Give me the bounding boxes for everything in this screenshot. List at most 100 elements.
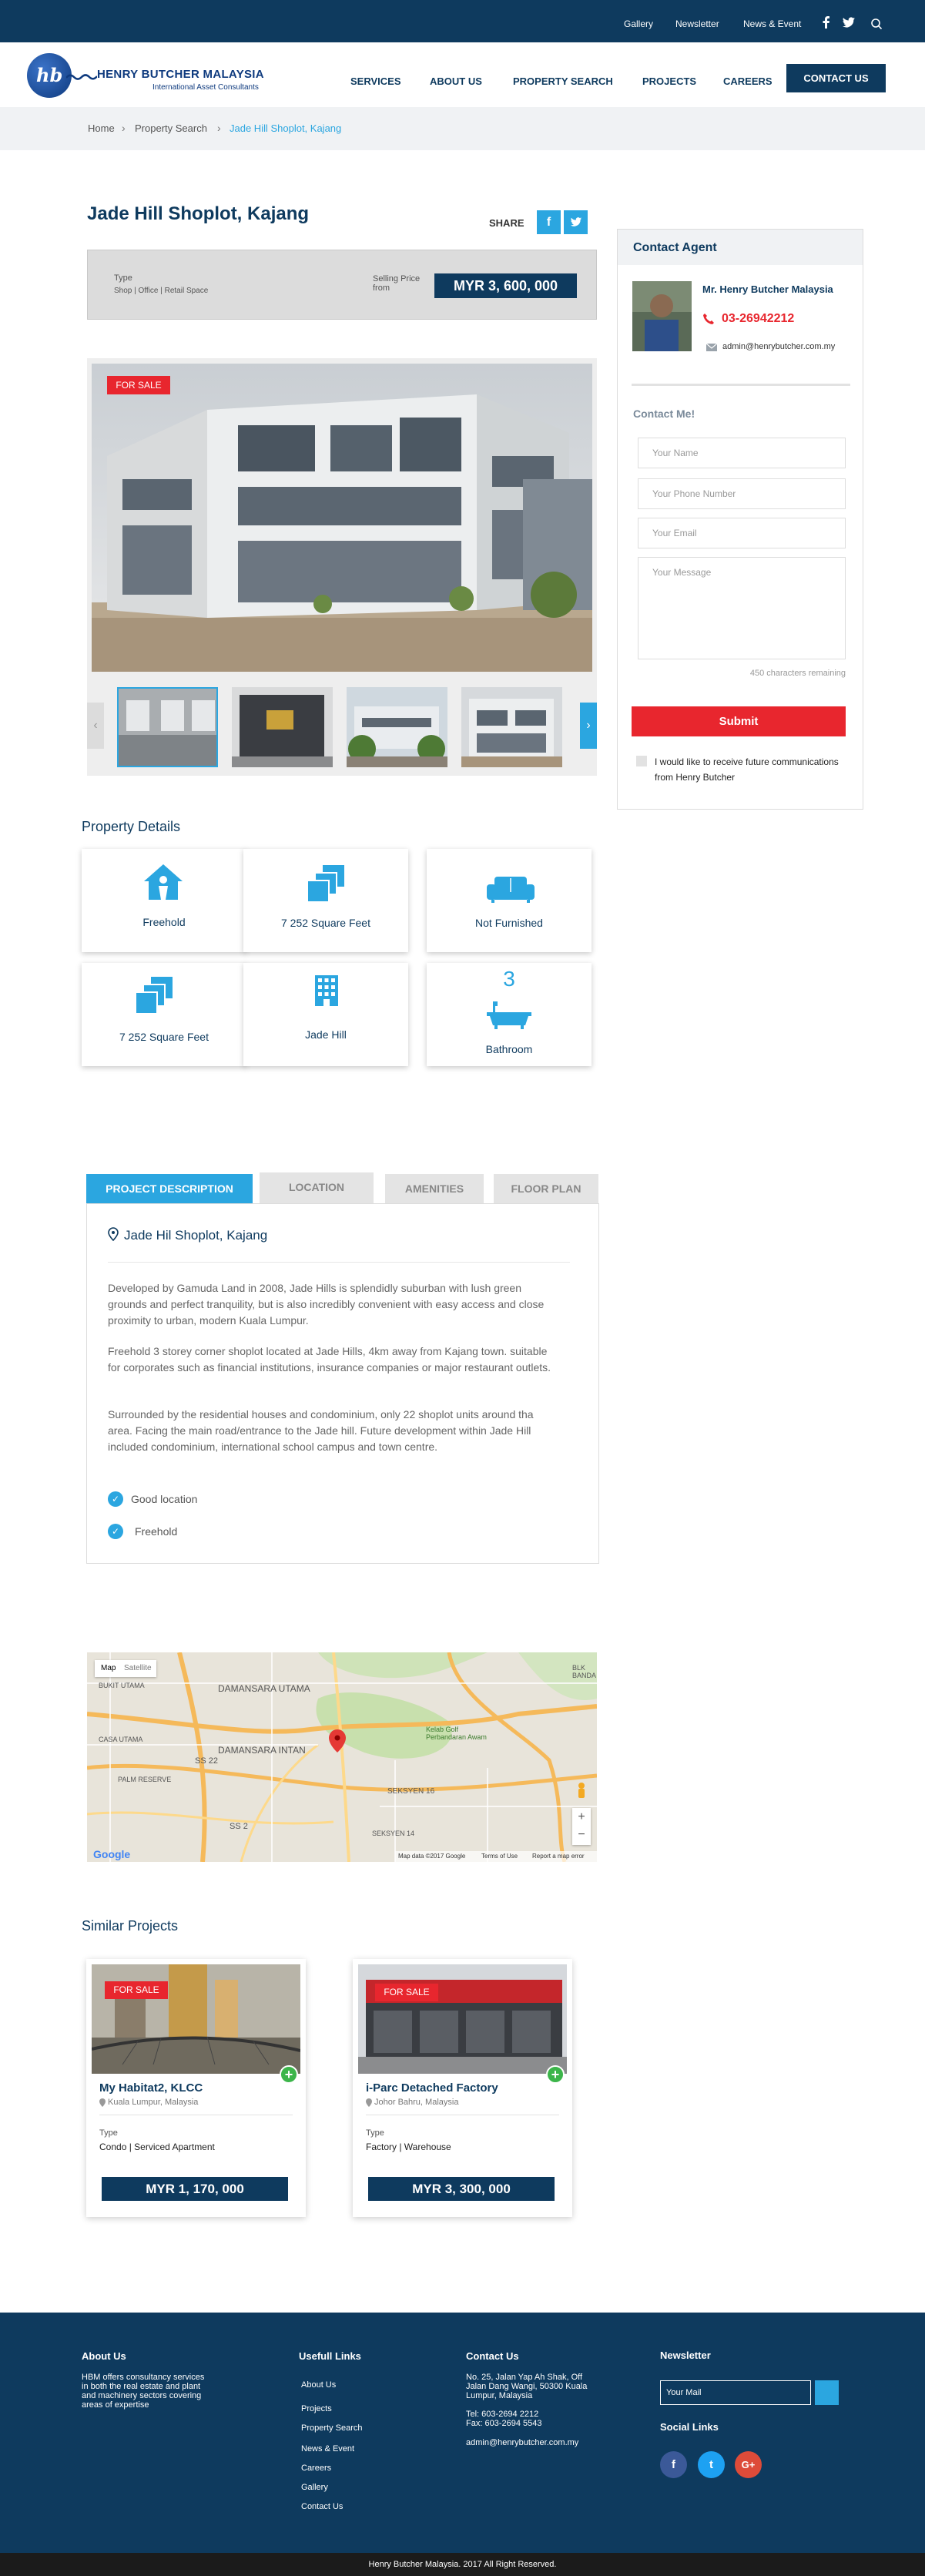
gallery-prev-button[interactable]: ‹ [87, 703, 104, 749]
social-twitter-button[interactable]: t [698, 2451, 725, 2478]
tab-project-description[interactable]: PROJECT DESCRIPTION [86, 1174, 253, 1203]
main-property-photo[interactable]: FOR SALE [92, 364, 592, 672]
breadcrumb-home[interactable]: Home [88, 122, 115, 134]
nav-services[interactable]: SERVICES [350, 75, 401, 87]
similar-project-type-label: Type [99, 2128, 118, 2138]
share-facebook-button[interactable]: f [537, 210, 561, 234]
nav-about-us[interactable]: ABOUT US [430, 75, 482, 87]
footer-link-projects[interactable]: Projects [301, 2404, 332, 2413]
similar-project-photo[interactable]: FOR SALE [358, 1964, 567, 2074]
tab-amenities[interactable]: AMENITIES [385, 1174, 484, 1203]
detail-label: 7 252 Square Feet [119, 1031, 209, 1043]
divider [108, 1262, 570, 1263]
agent-phone[interactable]: 03-26942212 [722, 312, 794, 326]
footer-email[interactable]: admin@henrybutcher.com.my [466, 2438, 578, 2447]
logo-mark[interactable]: hb [27, 53, 72, 98]
site-footer: About Us HBM offers consultancy services… [0, 2313, 925, 2553]
detail-label: 7 252 Square Feet [281, 917, 370, 929]
newsletter-email-input[interactable]: Your Mail [660, 2380, 811, 2405]
newsletter-submit-button[interactable] [815, 2380, 839, 2405]
share-twitter-button[interactable] [564, 210, 588, 234]
gallery-thumbnail[interactable] [232, 687, 333, 767]
nav-projects[interactable]: PROJECTS [642, 75, 696, 87]
highlight-item: Good location [131, 1493, 198, 1505]
brand-name[interactable]: HENRY BUTCHER MALAYSIA [97, 68, 264, 81]
agent-name: Mr. Henry Butcher Malaysia [702, 283, 833, 295]
detail-label: Not Furnished [475, 917, 543, 929]
zoom-in-button[interactable]: + [572, 1808, 591, 1826]
message-textarea[interactable]: Your Message [638, 557, 846, 659]
nav-property-search[interactable]: PROPERTY SEARCH [513, 75, 613, 87]
chevron-right-icon: › [122, 122, 126, 134]
for-sale-badge: FOR SALE [375, 1984, 438, 2001]
bathtub-icon [487, 1001, 531, 1029]
add-icon[interactable]: + [546, 2065, 565, 2084]
similar-project-photo[interactable]: FOR SALE [92, 1964, 300, 2074]
similar-project-card[interactable]: FOR SALE + i-Parc Detached Factory Johor… [353, 1959, 572, 2217]
add-icon[interactable]: + [280, 2065, 298, 2084]
detail-label: Bathroom [485, 1043, 533, 1055]
chevron-right-icon: › [217, 122, 221, 134]
similar-project-type-label: Type [366, 2128, 384, 2138]
gallery-thumbnail[interactable] [117, 687, 218, 767]
detail-card-area: 7 252 Square Feet [243, 849, 408, 952]
location-map[interactable]: Map Satellite BUKIT UTAMA DAMANSARA UTAM… [87, 1652, 597, 1862]
map-report-link[interactable]: Report a map error [532, 1853, 585, 1860]
image-gallery: FOR SALE ‹ › [87, 358, 597, 776]
search-icon[interactable] [870, 18, 883, 30]
thumb-facade-photo [232, 687, 333, 767]
contact-agent-header: Contact Agent [618, 230, 863, 265]
similar-project-price: MYR 3, 300, 000 [368, 2177, 555, 2201]
map-canvas [87, 1652, 597, 1862]
share-label: SHARE [489, 217, 525, 229]
map-terms-link[interactable]: Terms of Use [481, 1853, 518, 1860]
name-input[interactable]: Your Name [638, 438, 846, 468]
property-details-title: Property Details [82, 819, 181, 834]
social-google-plus-button[interactable]: G+ [735, 2451, 762, 2478]
gallery-thumbnail[interactable] [461, 687, 562, 767]
consent-checkbox[interactable] [636, 756, 647, 766]
contact-me-heading: Contact Me! [633, 408, 695, 420]
gallery-next-button[interactable]: › [580, 703, 597, 749]
map-label: SS 22 [195, 1756, 218, 1766]
similar-project-card[interactable]: FOR SALE + My Habitat2, KLCC Kuala Lumpu… [86, 1959, 306, 2217]
breadcrumb-property-search[interactable]: Property Search [135, 122, 207, 134]
tab-location[interactable]: LOCATION [260, 1172, 374, 1203]
phone-input[interactable]: Your Phone Number [638, 478, 846, 509]
detail-card-bathroom: 3 Bathroom [427, 963, 592, 1066]
twitter-icon[interactable] [842, 15, 856, 29]
map-label: DAMANSARA INTAN [218, 1745, 306, 1756]
tab-floor-plan[interactable]: FLOOR PLAN [494, 1174, 598, 1203]
agent-email[interactable]: admin@henrybutcher.com.my [722, 342, 835, 351]
topbar-link-newsletter[interactable]: Newsletter [675, 18, 719, 29]
nav-careers[interactable]: CAREERS [723, 75, 773, 87]
for-sale-badge: FOR SALE [105, 1981, 168, 1999]
footer-link-news-event[interactable]: News & Event [301, 2444, 354, 2454]
gallery-thumbnail[interactable] [347, 687, 447, 767]
email-input[interactable]: Your Email [638, 518, 846, 548]
contact-us-button[interactable]: CONTACT US [786, 64, 886, 92]
topbar-link-news-event[interactable]: News & Event [743, 18, 801, 29]
footer-link-careers[interactable]: Careers [301, 2464, 331, 2473]
facebook-icon[interactable] [819, 15, 833, 29]
pegman-icon[interactable] [576, 1782, 587, 1802]
map-zoom-controls: + − [572, 1808, 591, 1845]
footer-link-property-search[interactable]: Property Search [301, 2423, 362, 2433]
area-icon [136, 977, 173, 1014]
topbar-link-gallery[interactable]: Gallery [624, 18, 653, 29]
map-type-satellite-button[interactable]: Satellite [124, 1664, 152, 1672]
similar-project-name[interactable]: i-Parc Detached Factory [366, 2081, 498, 2095]
footer-link-contact-us[interactable]: Contact Us [301, 2502, 343, 2511]
twitter-icon [570, 217, 581, 226]
description-heading: Jade Hil Shoplot, Kajang [124, 1228, 268, 1243]
bathroom-count: 3 [503, 967, 515, 991]
submit-button[interactable]: Submit [632, 706, 846, 736]
map-label: PALM RESERVE [118, 1776, 172, 1783]
social-facebook-button[interactable]: f [660, 2451, 687, 2478]
zoom-out-button[interactable]: − [572, 1826, 591, 1845]
map-pin-icon [99, 2098, 106, 2107]
footer-link-about-us[interactable]: About Us [301, 2380, 336, 2390]
similar-project-name[interactable]: My Habitat2, KLCC [99, 2081, 203, 2095]
footer-link-gallery[interactable]: Gallery [301, 2483, 328, 2492]
map-type-map-button[interactable]: Map [101, 1664, 116, 1672]
